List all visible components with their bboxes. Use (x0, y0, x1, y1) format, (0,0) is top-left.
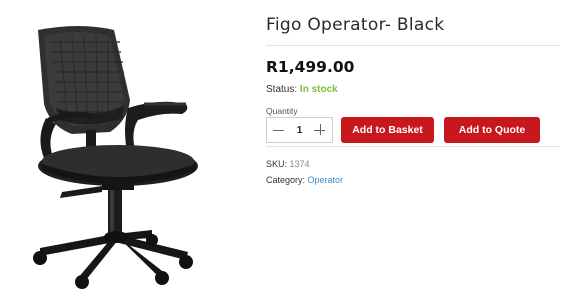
quantity-label: Quantity (266, 106, 298, 116)
sku-value: 1374 (289, 159, 310, 169)
add-to-basket-button[interactable]: Add to Basket (341, 117, 434, 143)
product-image (33, 26, 198, 289)
sku-label: SKU: (266, 159, 288, 169)
product-title: Figo Operator- Black (266, 15, 445, 35)
product-sku: SKU: 1374 (266, 159, 310, 169)
product-price: R1,499.00 (266, 58, 355, 76)
divider (266, 146, 560, 147)
minus-icon[interactable] (272, 123, 286, 137)
category-link[interactable]: Operator (308, 175, 344, 185)
divider (266, 45, 560, 46)
add-to-quote-button[interactable]: Add to Quote (444, 117, 540, 143)
product-page: Figo Operator- Black R1,499.00 Status: I… (0, 0, 561, 300)
quantity-stepper: 1 (266, 117, 333, 143)
stock-status: Status: In stock (266, 84, 338, 95)
product-category: Category: Operator (266, 175, 343, 185)
stock-status-value: In stock (299, 84, 338, 95)
quantity-input[interactable]: 1 (291, 125, 309, 136)
plus-icon[interactable] (313, 123, 327, 137)
category-label: Category: (266, 175, 306, 185)
stock-status-label: Status: (266, 84, 298, 95)
